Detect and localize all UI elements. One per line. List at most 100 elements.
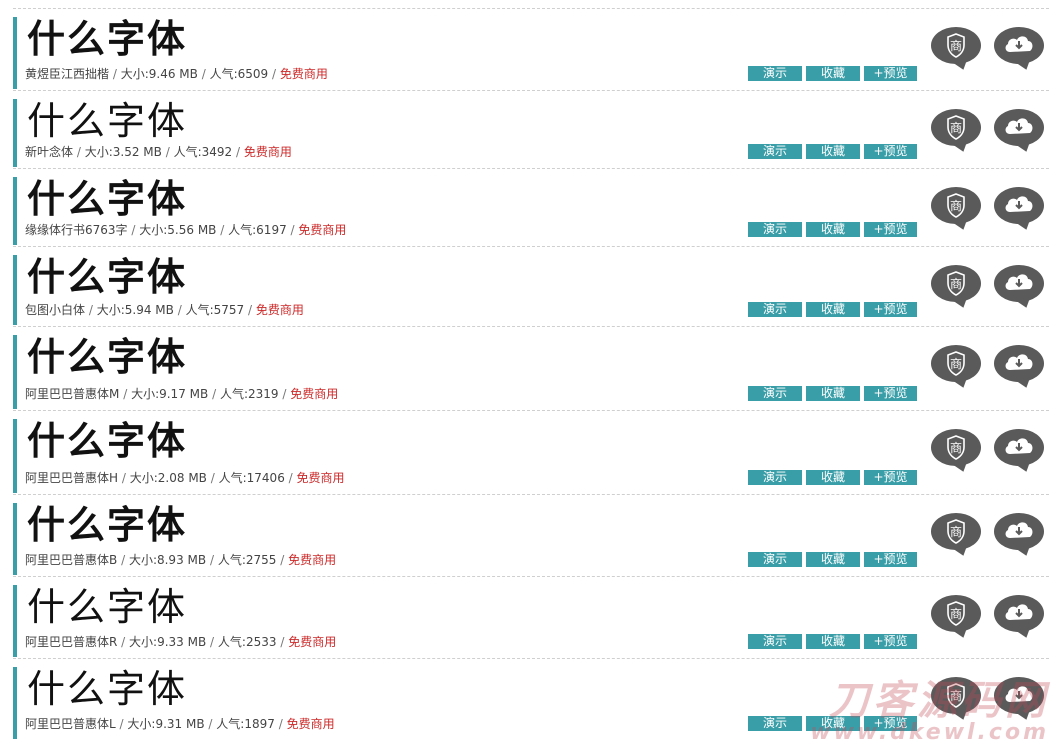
- demo-button[interactable]: 演示: [748, 66, 802, 81]
- cloud-download-icon[interactable]: [994, 109, 1044, 146]
- license-label: 免费商用: [290, 387, 339, 401]
- font-preview[interactable]: 什么字体: [27, 335, 187, 379]
- commercial-shield-icon[interactable]: 商: [931, 429, 981, 466]
- favorite-button[interactable]: 收藏: [806, 552, 860, 567]
- font-preview[interactable]: 什么字体: [27, 585, 187, 629]
- row-accent-bar: [13, 667, 17, 739]
- font-size: 8.93 MB: [156, 553, 207, 567]
- popularity-prefix: 人气:: [217, 635, 246, 649]
- cloud-download-icon[interactable]: [994, 27, 1044, 64]
- action-buttons: 演示 收藏 +预览: [748, 386, 917, 401]
- add-preview-button[interactable]: +预览: [864, 144, 917, 159]
- commercial-shield-icon[interactable]: 商: [931, 27, 981, 64]
- action-buttons: 演示 收藏 +预览: [748, 222, 917, 237]
- demo-button[interactable]: 演示: [748, 144, 802, 159]
- action-buttons: 演示 收藏 +预览: [748, 302, 917, 317]
- separator: /: [212, 387, 217, 401]
- cloud-download-icon[interactable]: [994, 513, 1044, 550]
- favorite-button[interactable]: 收藏: [806, 222, 860, 237]
- demo-button[interactable]: 演示: [748, 470, 802, 485]
- size-prefix: 大小:: [84, 145, 113, 159]
- add-preview-button[interactable]: +预览: [864, 634, 917, 649]
- commercial-shield-icon[interactable]: 商: [931, 109, 981, 146]
- font-name[interactable]: 阿里巴巴普惠体R: [25, 635, 117, 649]
- font-size: 3.52 MB: [112, 145, 162, 159]
- favorite-button[interactable]: 收藏: [806, 302, 860, 317]
- separator: /: [131, 223, 136, 237]
- font-row: 什么字体 新叶念体 / 大小:3.52 MB / 人气:3492 / 免费商用 演示…: [13, 90, 1049, 169]
- font-preview[interactable]: 什么字体: [27, 667, 187, 711]
- separator: /: [280, 553, 285, 567]
- font-name[interactable]: 包图小白体: [25, 303, 85, 317]
- font-preview[interactable]: 什么字体: [27, 503, 187, 547]
- svg-text:商: 商: [950, 524, 962, 539]
- font-size: 9.33 MB: [157, 635, 207, 649]
- font-meta: 阿里巴巴普惠体B / 大小:8.93 MB / 人气:2755 / 免费商用: [25, 551, 336, 568]
- demo-button[interactable]: 演示: [748, 716, 802, 731]
- license-label: 免费商用: [288, 553, 337, 567]
- favorite-button[interactable]: 收藏: [806, 144, 860, 159]
- row-accent-bar: [13, 419, 17, 493]
- favorite-button[interactable]: 收藏: [806, 66, 860, 81]
- font-name[interactable]: 缘缘体行书6763字: [25, 223, 128, 237]
- add-preview-button[interactable]: +预览: [864, 66, 917, 81]
- cloud-download-icon[interactable]: [994, 345, 1044, 382]
- commercial-shield-icon[interactable]: 商: [931, 595, 981, 632]
- demo-button[interactable]: 演示: [748, 386, 802, 401]
- font-popularity: 17406: [246, 471, 285, 485]
- commercial-shield-icon[interactable]: 商: [931, 265, 981, 302]
- demo-button[interactable]: 演示: [748, 552, 802, 567]
- separator: /: [288, 471, 293, 485]
- font-preview[interactable]: 什么字体: [27, 177, 187, 221]
- cloud-download-icon[interactable]: [994, 429, 1044, 466]
- favorite-button[interactable]: 收藏: [806, 386, 860, 401]
- font-name[interactable]: 新叶念体: [25, 145, 73, 159]
- demo-button[interactable]: 演示: [748, 634, 802, 649]
- separator: /: [272, 67, 277, 81]
- font-meta: 阿里巴巴普惠体R / 大小:9.33 MB / 人气:2533 / 免费商用: [25, 633, 336, 650]
- font-preview[interactable]: 什么字体: [27, 99, 187, 143]
- font-meta: 黄煜臣江西拙楷 / 大小:9.46 MB / 人气:6509 / 免费商用: [25, 65, 328, 82]
- row-accent-bar: [13, 335, 17, 409]
- cloud-download-icon[interactable]: [994, 265, 1044, 302]
- separator: /: [121, 635, 126, 649]
- favorite-button[interactable]: 收藏: [806, 634, 860, 649]
- font-popularity: 5757: [213, 303, 245, 317]
- font-preview[interactable]: 什么字体: [27, 255, 187, 299]
- font-name[interactable]: 阿里巴巴普惠体H: [25, 471, 118, 485]
- demo-button[interactable]: 演示: [748, 302, 802, 317]
- font-name[interactable]: 阿里巴巴普惠体L: [25, 717, 116, 731]
- font-size: 5.94 MB: [124, 303, 174, 317]
- separator: /: [290, 223, 295, 237]
- add-preview-button[interactable]: +预览: [864, 386, 917, 401]
- separator: /: [121, 553, 126, 567]
- cloud-download-icon[interactable]: [994, 595, 1044, 632]
- commercial-shield-icon[interactable]: 商: [931, 345, 981, 382]
- font-preview[interactable]: 什么字体: [27, 17, 187, 61]
- add-preview-button[interactable]: +预览: [864, 302, 917, 317]
- commercial-shield-icon[interactable]: 商: [931, 187, 981, 224]
- font-meta: 阿里巴巴普惠体M / 大小:9.17 MB / 人气:2319 / 免费商用: [25, 385, 338, 402]
- favorite-button[interactable]: 收藏: [806, 470, 860, 485]
- font-name[interactable]: 黄煜臣江西拙楷: [25, 67, 109, 81]
- separator: /: [76, 145, 81, 159]
- font-size: 5.56 MB: [167, 223, 217, 237]
- popularity-prefix: 人气:: [217, 553, 246, 567]
- commercial-shield-icon[interactable]: 商: [931, 513, 981, 550]
- size-prefix: 大小:: [139, 223, 168, 237]
- add-preview-button[interactable]: +预览: [864, 470, 917, 485]
- add-preview-button[interactable]: +预览: [864, 552, 917, 567]
- demo-button[interactable]: 演示: [748, 222, 802, 237]
- font-preview[interactable]: 什么字体: [27, 419, 187, 463]
- add-preview-button[interactable]: +预览: [864, 222, 917, 237]
- font-popularity: 2533: [245, 635, 277, 649]
- font-name[interactable]: 阿里巴巴普惠体M: [25, 387, 119, 401]
- cloud-download-icon[interactable]: [994, 187, 1044, 224]
- font-name[interactable]: 阿里巴巴普惠体B: [25, 553, 117, 567]
- font-meta: 新叶念体 / 大小:3.52 MB / 人气:3492 / 免费商用: [25, 143, 292, 160]
- separator: /: [112, 67, 117, 81]
- separator: /: [165, 145, 170, 159]
- svg-text:商: 商: [950, 120, 962, 135]
- popularity-prefix: 人气:: [209, 67, 238, 81]
- action-buttons: 演示 收藏 +预览: [748, 634, 917, 649]
